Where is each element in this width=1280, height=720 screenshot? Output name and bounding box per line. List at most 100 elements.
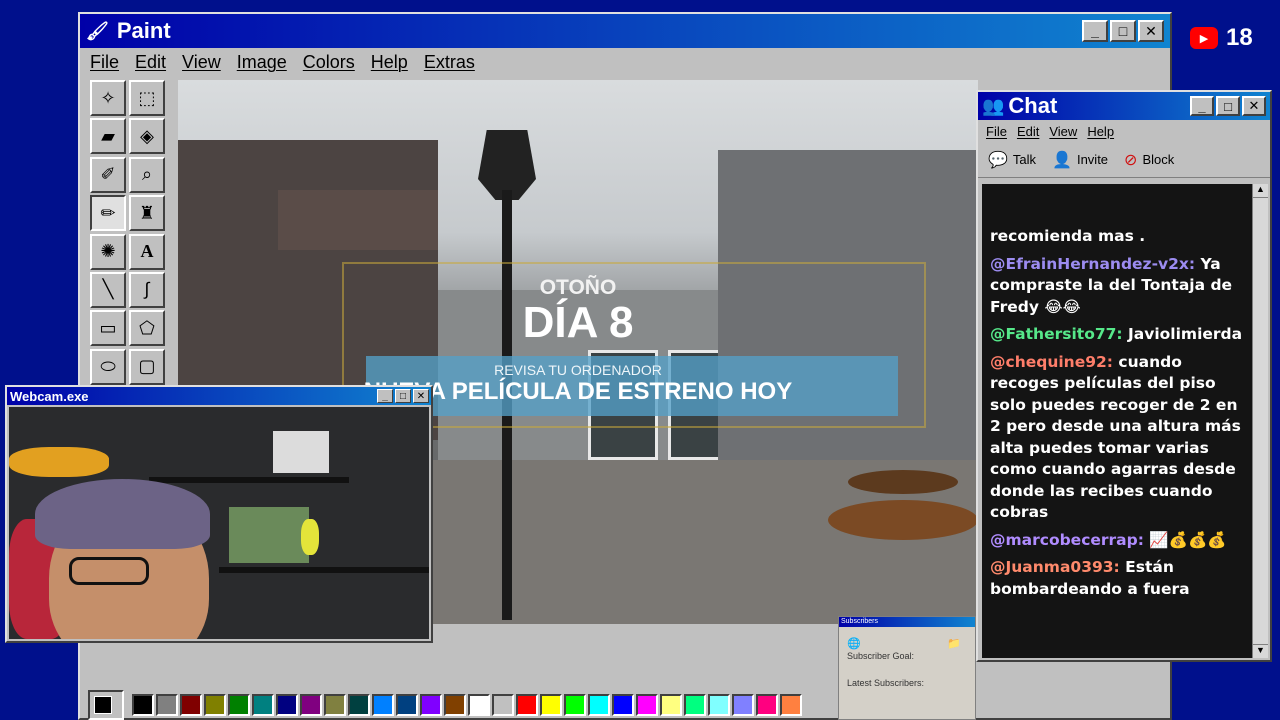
chat-username: @marcobecerrap: bbox=[990, 530, 1144, 549]
webcam-poster bbox=[273, 431, 329, 473]
pencil-icon[interactable]: ✏ bbox=[90, 195, 126, 232]
palette-swatch[interactable] bbox=[660, 694, 682, 716]
palette-swatch[interactable] bbox=[276, 694, 298, 716]
brush-icon[interactable]: ♜ bbox=[129, 195, 165, 232]
current-color-indicator[interactable] bbox=[88, 690, 124, 720]
menu-file[interactable]: File bbox=[90, 52, 119, 73]
chat-log[interactable]: recomienda mas . @EfrainHernandez-v2x: Y… bbox=[982, 184, 1252, 658]
paint-close-button[interactable]: ✕ bbox=[1138, 20, 1164, 42]
webcam-person-glasses bbox=[69, 557, 149, 585]
palette-swatch[interactable] bbox=[228, 694, 250, 716]
game-cafe-table bbox=[828, 500, 978, 540]
talk-button[interactable]: 💬 Talk bbox=[988, 150, 1036, 170]
chat-menu-help[interactable]: Help bbox=[1087, 124, 1114, 139]
palette-swatch[interactable] bbox=[780, 694, 802, 716]
webcam-feed bbox=[9, 407, 429, 639]
webcam-minimize-button[interactable]: _ bbox=[377, 389, 393, 403]
invite-icon: 👤 bbox=[1052, 151, 1072, 169]
palette-swatch[interactable] bbox=[588, 694, 610, 716]
palette-swatch[interactable] bbox=[132, 694, 154, 716]
palette-swatch[interactable] bbox=[444, 694, 466, 716]
color-picker-icon[interactable]: ✐ bbox=[90, 156, 126, 193]
palette-swatch[interactable] bbox=[636, 694, 658, 716]
palette-swatch[interactable] bbox=[396, 694, 418, 716]
color-palette bbox=[88, 690, 802, 720]
chat-username: @Fathersito77: bbox=[990, 325, 1123, 343]
chat-menu-edit[interactable]: Edit bbox=[1017, 124, 1039, 139]
palette-swatch[interactable] bbox=[324, 694, 346, 716]
chat-text: 📈💰💰💰 bbox=[1149, 530, 1227, 549]
palette-swatch[interactable] bbox=[156, 694, 178, 716]
palette-swatch[interactable] bbox=[684, 694, 706, 716]
palette-swatch[interactable] bbox=[612, 694, 634, 716]
palette-swatch[interactable] bbox=[300, 694, 322, 716]
paint-titlebar: 🖌 Paint bbox=[80, 14, 1170, 48]
palette-swatch[interactable] bbox=[540, 694, 562, 716]
palette-swatch[interactable] bbox=[204, 694, 226, 716]
curve-icon[interactable]: ∫ bbox=[129, 271, 165, 308]
palette-swatch[interactable] bbox=[252, 694, 274, 716]
game-cafe-table bbox=[848, 470, 958, 494]
chat-menu-view[interactable]: View bbox=[1049, 124, 1077, 139]
chat-scrollbar[interactable]: ▲ ▼ bbox=[1252, 184, 1268, 658]
subscribers-widget: Subscribers 🌐 📁 Subscriber Goal: Latest … bbox=[838, 616, 976, 720]
chat-window: 👥 Chat _ □ ✕ File Edit View Help 💬 Talk … bbox=[976, 90, 1272, 662]
menu-extras[interactable]: Extras bbox=[424, 52, 475, 73]
block-label: Block bbox=[1142, 152, 1175, 167]
palette-swatch[interactable] bbox=[516, 694, 538, 716]
palette-swatch[interactable] bbox=[564, 694, 586, 716]
paint-menubar: File Edit View Image Colors Help Extras bbox=[80, 48, 1170, 76]
paint-app-icon: 🖌 bbox=[86, 20, 109, 41]
line-icon[interactable]: ╲ bbox=[90, 271, 126, 308]
youtube-play-icon: ▶ bbox=[1190, 27, 1218, 49]
webcam-maximize-button[interactable]: □ bbox=[395, 389, 411, 403]
eraser-icon[interactable]: ▰ bbox=[90, 118, 126, 155]
rectangle-icon[interactable]: ▭ bbox=[90, 310, 126, 347]
webcam-close-button[interactable]: ✕ bbox=[413, 389, 429, 403]
menu-colors[interactable]: Colors bbox=[303, 52, 355, 73]
scroll-up-icon[interactable]: ▲ bbox=[1253, 184, 1268, 198]
menu-edit[interactable]: Edit bbox=[135, 52, 166, 73]
palette-swatch[interactable] bbox=[708, 694, 730, 716]
chat-minimize-button[interactable]: _ bbox=[1190, 96, 1214, 116]
chat-close-button[interactable]: ✕ bbox=[1242, 96, 1266, 116]
rect-select-icon[interactable]: ⬚ bbox=[129, 80, 165, 116]
paint-minimize-button[interactable]: _ bbox=[1082, 20, 1108, 42]
chat-actions: 💬 Talk 👤 Invite ⊘ Block bbox=[978, 142, 1270, 178]
block-button[interactable]: ⊘ Block bbox=[1124, 150, 1174, 170]
magnifier-icon[interactable]: ⌕ bbox=[129, 156, 165, 193]
palette-swatch[interactable] bbox=[180, 694, 202, 716]
chat-text: Javiolimierda bbox=[1128, 325, 1243, 343]
chat-menu-file[interactable]: File bbox=[986, 124, 1007, 139]
palette-swatch[interactable] bbox=[348, 694, 370, 716]
paint-maximize-button[interactable]: □ bbox=[1110, 20, 1136, 42]
fill-bucket-icon[interactable]: ◈ bbox=[129, 118, 165, 155]
subscriber-goal-label: Subscriber Goal: bbox=[847, 651, 915, 661]
webcam-figure bbox=[301, 519, 319, 555]
palette-swatch[interactable] bbox=[372, 694, 394, 716]
menu-help[interactable]: Help bbox=[371, 52, 408, 73]
scroll-down-icon[interactable]: ▼ bbox=[1253, 644, 1268, 658]
chat-username: @EfrainHernandez-v2x: bbox=[990, 254, 1196, 273]
palette-swatch[interactable] bbox=[492, 694, 514, 716]
chat-message: @chequine92: cuando recoges películas de… bbox=[990, 352, 1244, 524]
chat-maximize-button[interactable]: □ bbox=[1216, 96, 1240, 116]
invite-button[interactable]: 👤 Invite bbox=[1052, 150, 1108, 170]
palette-swatch[interactable] bbox=[468, 694, 490, 716]
airbrush-icon[interactable]: ✺ bbox=[90, 233, 126, 270]
chat-message: @Juanma0393: Están bombardeando a fuera bbox=[990, 557, 1244, 600]
palette-swatch[interactable] bbox=[420, 694, 442, 716]
text-icon[interactable]: A bbox=[129, 233, 165, 270]
palette-swatch[interactable] bbox=[756, 694, 778, 716]
game-season-label: OTOÑO bbox=[539, 276, 617, 299]
youtube-counter: ▶ 18 bbox=[1190, 24, 1253, 52]
free-select-icon[interactable]: ✧ bbox=[90, 80, 126, 116]
rounded-rect-icon[interactable]: ▢ bbox=[129, 348, 165, 385]
ellipse-icon[interactable]: ⬭ bbox=[90, 348, 126, 385]
block-icon: ⊘ bbox=[1124, 151, 1138, 169]
polygon-icon[interactable]: ⬠ bbox=[129, 310, 165, 347]
menu-image[interactable]: Image bbox=[237, 52, 287, 73]
webcam-window: Webcam.exe _ □ ✕ bbox=[5, 385, 433, 643]
palette-swatch[interactable] bbox=[732, 694, 754, 716]
menu-view[interactable]: View bbox=[182, 52, 221, 73]
